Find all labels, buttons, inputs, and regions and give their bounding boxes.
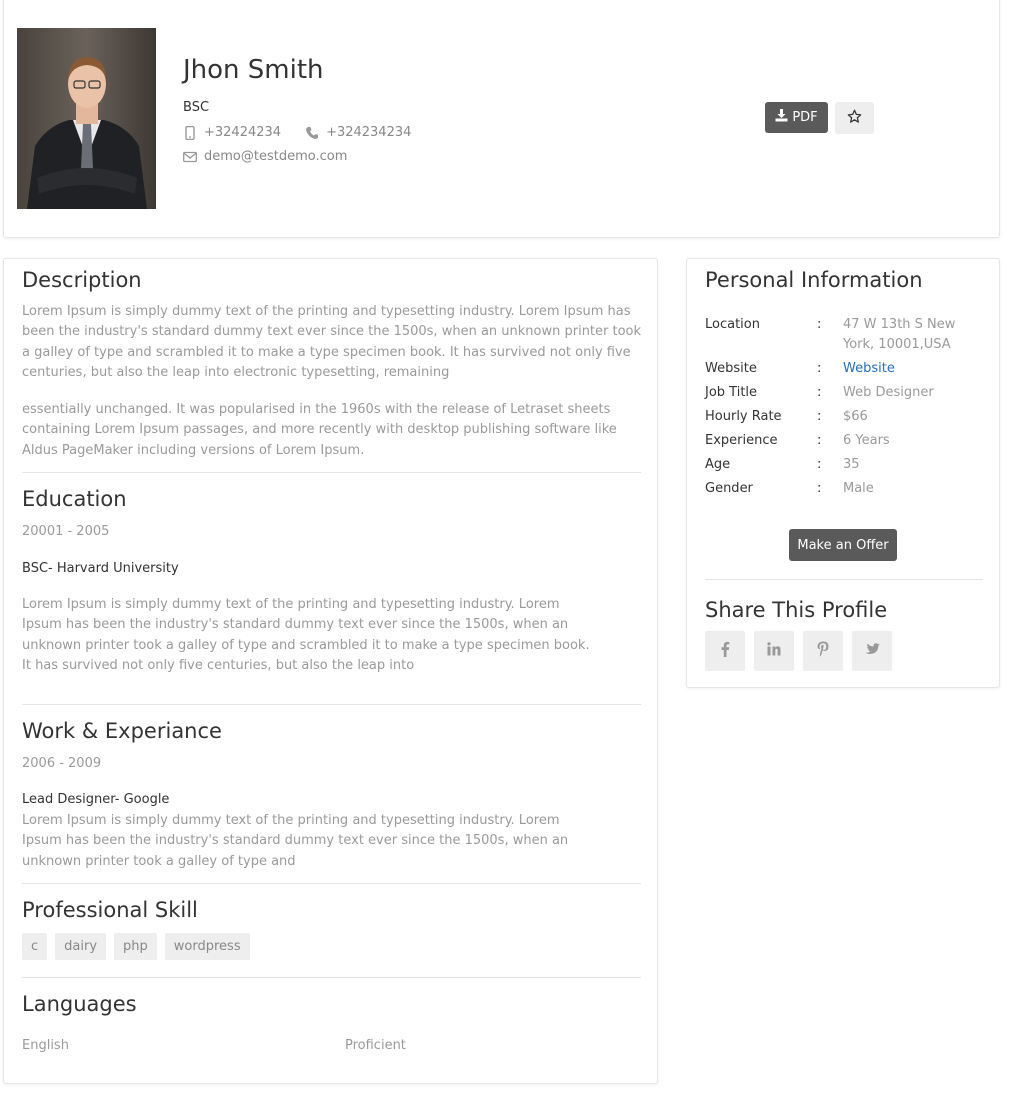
personal-info-table: Location : 47 W 13th S New York, 10001,U…: [705, 315, 985, 503]
info-value: 35: [843, 457, 860, 472]
info-colon: :: [817, 481, 822, 496]
profile-header-card: Jhon Smith BSC +32424234 +324234234 demo…: [3, 0, 1000, 238]
phone-number: +324234234: [326, 125, 412, 140]
profile-photo: [17, 28, 156, 209]
education-period: 20001 - 2005: [22, 524, 110, 539]
contact-email: demo@testdemo.com: [183, 149, 347, 164]
info-label: Experience: [705, 433, 778, 448]
phone-icon: [305, 126, 319, 140]
info-value: 6 Years: [843, 433, 890, 448]
info-row-age: Age : 35: [705, 455, 985, 475]
education-description: Lorem Ipsum is simply dummy text of the …: [22, 597, 590, 673]
info-label: Gender: [705, 481, 753, 496]
info-row-job-title: Job Title : Web Designer: [705, 383, 985, 403]
language-level: Proficient: [345, 1038, 406, 1053]
skill-tag[interactable]: c: [22, 933, 48, 960]
work-title: Work & Experiance: [22, 719, 222, 743]
download-icon: [775, 109, 788, 126]
linkedin-icon: [767, 642, 781, 660]
skills-list: c dairy php wordpress: [22, 933, 250, 960]
facebook-share-button[interactable]: [705, 631, 745, 671]
info-row-experience: Experience : 6 Years: [705, 431, 985, 451]
info-value: Web Designer: [843, 385, 934, 400]
work-role: Lead Designer- Google: [22, 792, 170, 807]
twitter-share-button[interactable]: [852, 631, 892, 671]
info-label: Age: [705, 457, 731, 472]
profile-degree: BSC: [183, 100, 210, 115]
star-icon: [847, 109, 862, 128]
website-link[interactable]: Website: [843, 359, 985, 379]
info-colon: :: [817, 317, 822, 332]
divider: [705, 579, 983, 580]
info-label: Location: [705, 317, 760, 332]
facebook-icon: [720, 641, 730, 661]
mobile-number: +32424234: [204, 125, 282, 140]
info-value: $66: [843, 409, 868, 424]
favorite-button[interactable]: [835, 102, 874, 134]
share-buttons: [705, 631, 892, 671]
work-description: Lorem Ipsum is simply dummy text of the …: [22, 813, 569, 869]
personal-info-title: Personal Information: [705, 268, 923, 292]
info-row-location: Location : 47 W 13th S New York, 10001,U…: [705, 315, 985, 355]
info-colon: :: [817, 457, 822, 472]
skill-tag[interactable]: dairy: [55, 933, 107, 960]
email-address: demo@testdemo.com: [204, 149, 348, 164]
info-colon: :: [817, 385, 822, 400]
linkedin-share-button[interactable]: [754, 631, 794, 671]
education-degree: BSC- Harvard University: [22, 561, 179, 576]
resume-main-card: Description Lorem Ipsum is simply dummy …: [3, 258, 658, 1084]
pinterest-icon: [817, 641, 829, 661]
info-row-hourly-rate: Hourly Rate : $66: [705, 407, 985, 427]
profile-name: Jhon Smith: [183, 55, 324, 85]
description-paragraph-2: essentially unchanged. It was popularise…: [22, 402, 617, 458]
education-title: Education: [22, 487, 127, 511]
twitter-icon: [864, 642, 880, 660]
description-title: Description: [22, 268, 142, 292]
pdf-label: PDF: [792, 110, 818, 125]
info-colon: :: [817, 361, 822, 376]
info-label: Website: [705, 361, 757, 376]
divider: [22, 883, 641, 884]
skill-tag[interactable]: php: [114, 933, 157, 960]
pinterest-share-button[interactable]: [803, 631, 843, 671]
description-paragraph-1: Lorem Ipsum is simply dummy text of the …: [22, 304, 642, 380]
personal-info-card: Personal Information Location : 47 W 13t…: [686, 258, 1000, 688]
envelope-icon: [183, 150, 197, 164]
divider: [22, 977, 641, 978]
info-row-gender: Gender : Male: [705, 479, 985, 499]
mobile-icon: [183, 125, 197, 140]
info-colon: :: [817, 433, 822, 448]
languages-title: Languages: [22, 992, 137, 1016]
info-colon: :: [817, 409, 822, 424]
skill-tag[interactable]: wordpress: [164, 933, 250, 960]
info-label: Job Title: [705, 385, 758, 400]
share-title: Share This Profile: [705, 598, 888, 622]
make-offer-button[interactable]: Make an Offer: [789, 529, 897, 561]
language-name: English: [22, 1038, 69, 1053]
contact-phones: +32424234 +324234234: [183, 125, 411, 140]
work-period: 2006 - 2009: [22, 756, 102, 771]
info-value: 47 W 13th S New York, 10001,USA: [843, 317, 956, 352]
skills-title: Professional Skill: [22, 898, 198, 922]
info-label: Hourly Rate: [705, 409, 782, 424]
info-row-website: Website : Website: [705, 359, 985, 379]
info-value: Male: [843, 481, 874, 496]
divider: [22, 704, 641, 705]
divider: [22, 472, 641, 473]
download-pdf-button[interactable]: PDF: [765, 102, 828, 133]
